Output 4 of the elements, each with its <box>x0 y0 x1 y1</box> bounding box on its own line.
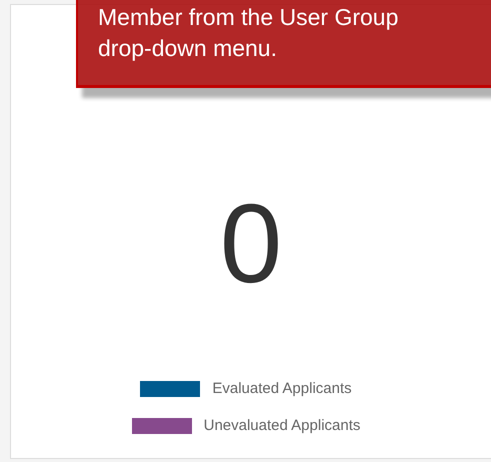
legend-label: Unevaluated Applicants <box>204 416 360 436</box>
callout-text: Member from the User Group drop-down menu. <box>98 3 400 63</box>
legend-label: Evaluated Applicants <box>212 379 352 399</box>
applicant-count: 0 <box>220 188 282 300</box>
